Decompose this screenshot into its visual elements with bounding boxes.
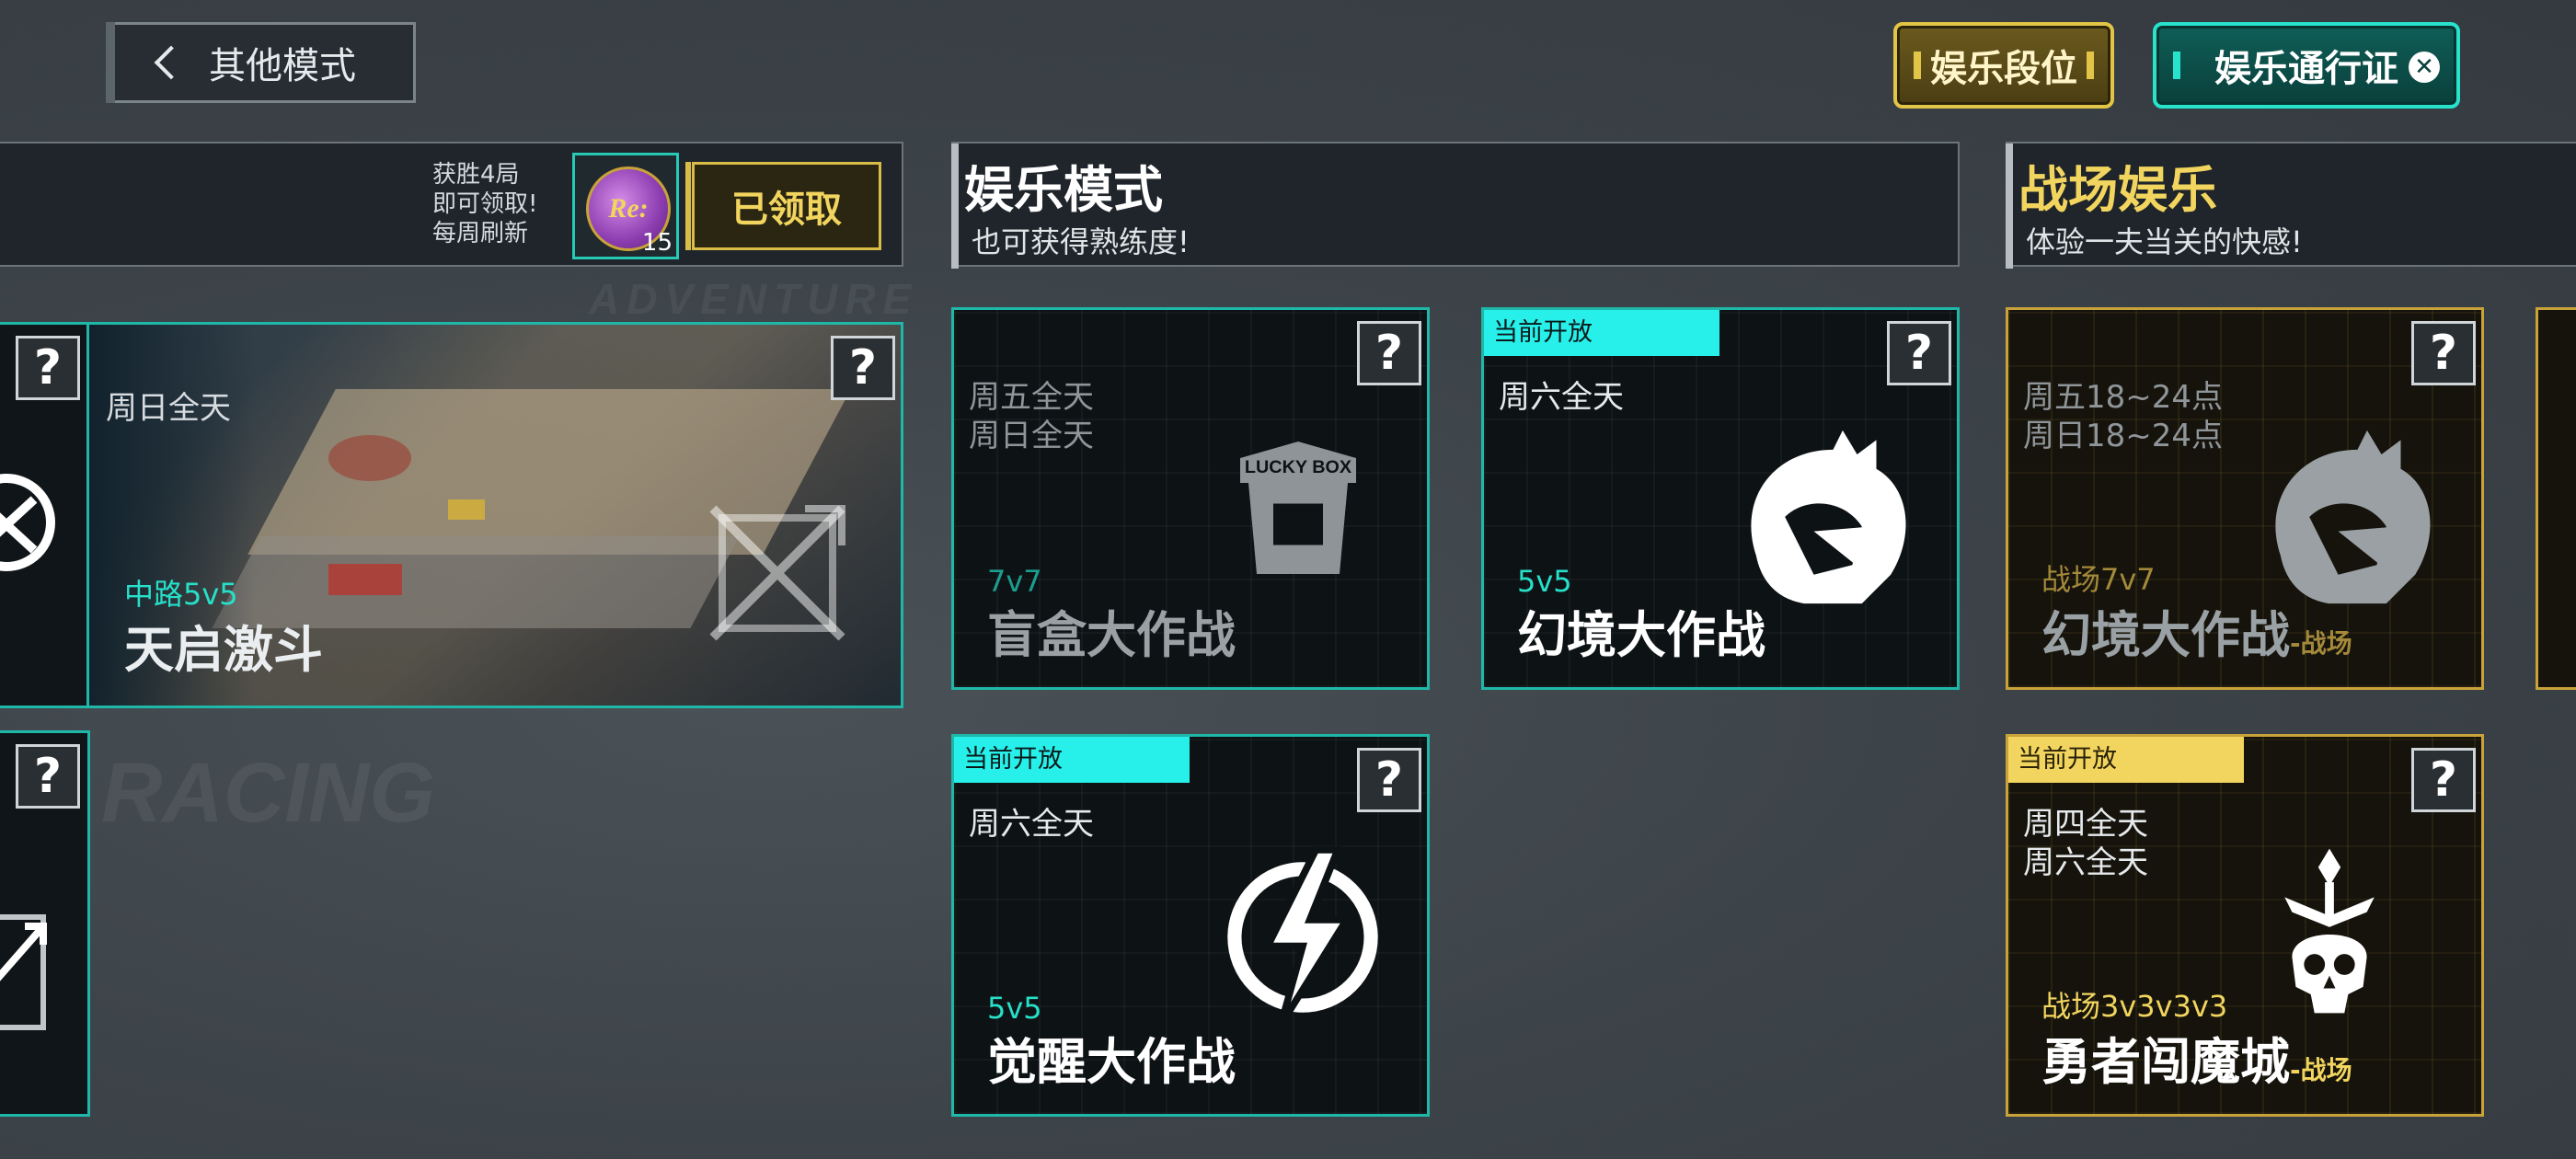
weekly-reward-panel: 获胜4局 即可领取! 每周刷新 Re: 15 已领取 bbox=[0, 142, 903, 267]
help-icon[interactable]: ? bbox=[831, 336, 895, 400]
map-vehicle bbox=[328, 564, 402, 595]
section-subtitle: 体验一夫当关的快感! bbox=[2026, 224, 2303, 259]
entertainment-rank-button[interactable]: 娱乐段位 bbox=[1893, 22, 2114, 109]
map-vehicle bbox=[448, 499, 485, 520]
card-title: 盲盒大作战 bbox=[987, 606, 1236, 664]
mode-card-awaken[interactable]: 当前开放 ? 周六全天 5v5 觉醒大作战 bbox=[951, 734, 1430, 1117]
coin-text: Re: bbox=[608, 193, 649, 224]
help-icon[interactable]: ? bbox=[16, 744, 80, 809]
crossed-arrows-icon bbox=[709, 505, 845, 641]
card-title: 勇者闯魔城-战场 bbox=[2041, 1033, 2352, 1091]
background-word-racing: RACING bbox=[101, 746, 435, 840]
card-mode: 战场3v3v3v3 bbox=[2041, 989, 2228, 1024]
background-word-adventure: ADVENTURE bbox=[589, 275, 919, 323]
featured-mode-card-tianqi[interactable]: 周日全天 中路5v5 天启激斗 ? bbox=[86, 322, 903, 708]
reward-coin-slot[interactable]: Re: 15 bbox=[572, 153, 679, 259]
open-now-tag: 当前开放 bbox=[2008, 737, 2244, 783]
open-now-tag: 当前开放 bbox=[954, 737, 1190, 783]
pip-icon bbox=[2087, 52, 2094, 79]
help-icon[interactable]: ? bbox=[16, 336, 80, 400]
pip-icon bbox=[1914, 52, 1921, 79]
partial-mode-card[interactable] bbox=[2536, 307, 2576, 690]
reward-line: 即可领取! bbox=[432, 190, 538, 218]
card-title: 觉醒大作战 bbox=[987, 1033, 1236, 1091]
reward-line: 每周刷新 bbox=[432, 220, 529, 247]
lucky-box-icon: LUCKY BOX bbox=[1240, 442, 1356, 574]
lucky-box-label: LUCKY BOX bbox=[1245, 457, 1352, 477]
fun-mode-section-header: 娱乐模式 也可获得熟练度! bbox=[951, 142, 1960, 269]
open-now-tag: 当前开放 bbox=[1484, 310, 1719, 356]
card-schedule: 周六全天 bbox=[969, 806, 1094, 843]
card-schedule: 周四全天 周六全天 bbox=[2023, 806, 2148, 881]
section-title: 战场娱乐 bbox=[2018, 161, 2217, 219]
chevron-left-icon bbox=[154, 45, 189, 80]
card-title: 幻境大作战-战场 bbox=[2041, 606, 2352, 664]
claimed-button[interactable]: 已领取 bbox=[685, 162, 881, 250]
card-title: 天启激斗 bbox=[124, 621, 323, 679]
mode-card-illusion[interactable]: 当前开放 ? 周六全天 5v5 幻境大作战 bbox=[1481, 307, 1960, 690]
battlefield-section-header: 战场娱乐 体验一夫当关的快感! bbox=[2006, 142, 2576, 269]
card-schedule: 周日全天 bbox=[106, 390, 231, 427]
help-icon[interactable]: ? bbox=[1357, 748, 1421, 812]
help-icon[interactable]: ? bbox=[1357, 321, 1421, 385]
card-schedule: 周五18~24点 周日18~24点 bbox=[2023, 379, 2224, 454]
pass-label: 娱乐通行证 bbox=[2214, 48, 2398, 90]
reward-description: 获胜4局 即可领取! 每周刷新 bbox=[432, 160, 537, 248]
mode-card-demon-castle[interactable]: 当前开放 ? 周四全天 周六全天 战场3v3v3v3 勇者闯魔城-战场 bbox=[2006, 734, 2484, 1117]
mode-card-blindbox[interactable]: ? 周五全天 周日全天 LUCKY BOX 7v7 盲盒大作战 bbox=[951, 307, 1430, 690]
card-schedule: 周六全天 bbox=[1499, 379, 1624, 416]
battlefield-suffix: -战场 bbox=[2290, 628, 2352, 659]
back-button[interactable]: 其他模式 bbox=[106, 22, 416, 103]
card-mode: 中路5v5 bbox=[124, 577, 238, 612]
card-title: 幻境大作战 bbox=[1517, 606, 1765, 664]
card-schedule: 周五全天 周日全天 bbox=[969, 379, 1094, 454]
partial-mode-card[interactable]: ? bbox=[0, 322, 90, 708]
section-title: 娱乐模式 bbox=[964, 161, 1163, 219]
mode-card-illusion-battlefield[interactable]: ? 周五18~24点 周日18~24点 战场7v7 幻境大作战-战场 bbox=[2006, 307, 2484, 690]
mode-emblem-icon bbox=[0, 914, 47, 1030]
hero-head-icon bbox=[1751, 430, 1906, 604]
pass-emblem-icon: ✕ bbox=[2409, 52, 2440, 83]
coin-count: 15 bbox=[641, 229, 673, 257]
battlefield-suffix: -战场 bbox=[2290, 1055, 2352, 1085]
pip-icon bbox=[2173, 52, 2180, 79]
help-icon[interactable]: ? bbox=[2411, 748, 2476, 812]
rank-label: 娱乐段位 bbox=[1930, 48, 2077, 90]
lightning-icon bbox=[1227, 846, 1378, 1027]
mode-emblem-icon bbox=[0, 474, 55, 571]
partial-mode-card[interactable]: ? bbox=[0, 730, 90, 1117]
help-icon[interactable]: ? bbox=[2411, 321, 2476, 385]
help-icon[interactable]: ? bbox=[1887, 321, 1951, 385]
skull-sword-icon bbox=[2284, 848, 2375, 1014]
reward-line: 获胜4局 bbox=[432, 161, 520, 189]
back-label: 其他模式 bbox=[209, 45, 356, 87]
section-subtitle: 也可获得熟练度! bbox=[972, 224, 1190, 259]
entertainment-pass-button[interactable]: 娱乐通行证 ✕ bbox=[2153, 22, 2460, 109]
hero-head-icon bbox=[2275, 430, 2431, 604]
map-building bbox=[328, 435, 411, 481]
card-mode: 战场7v7 bbox=[2041, 562, 2156, 597]
